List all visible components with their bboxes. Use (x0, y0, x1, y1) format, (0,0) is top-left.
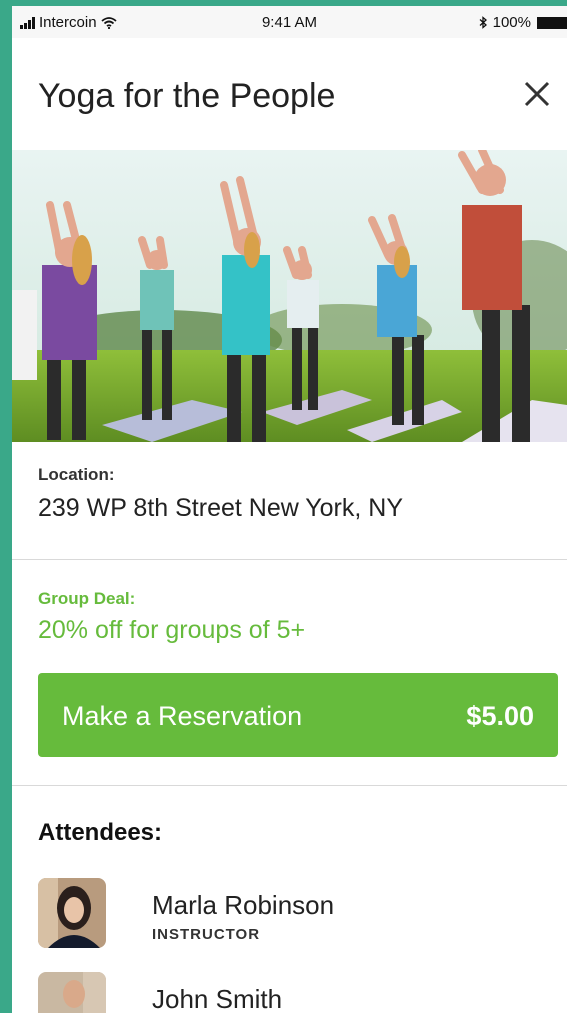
group-deal-label: Group Deal: (38, 589, 136, 608)
bluetooth-icon (479, 16, 487, 29)
attendee-item[interactable]: Marla Robinson INSTRUCTOR (38, 878, 538, 952)
status-bar: Intercoin 9:41 AM 100% (12, 6, 567, 38)
group-deal-value: 20% off for groups of 5+ (38, 616, 306, 644)
app-screen: Intercoin 9:41 AM 100% Yoga for the Peop… (12, 6, 567, 1013)
close-icon (524, 81, 550, 107)
battery-percent: 100% (492, 14, 531, 31)
page-title: Yoga for the People (38, 77, 336, 115)
make-reservation-button[interactable]: Make a Reservation $5.00 (38, 673, 558, 757)
avatar (38, 972, 106, 1013)
attendee-item[interactable]: John Smith (38, 972, 538, 1013)
attendee-role: INSTRUCTOR (152, 926, 261, 943)
attendee-name: Marla Robinson (152, 890, 335, 920)
close-button[interactable] (517, 74, 557, 114)
reservation-price: $5.00 (466, 701, 534, 731)
header: Yoga for the People (12, 38, 567, 150)
status-right: 100% (479, 14, 567, 31)
location-address: 239 WP 8th Street New York, NY (38, 494, 404, 522)
attendees-title: Attendees: (38, 819, 163, 846)
attendee-name: John Smith (152, 984, 283, 1013)
event-photo (12, 146, 567, 442)
location-label: Location: (38, 465, 115, 484)
reservation-label: Make a Reservation (62, 701, 303, 731)
avatar (38, 878, 106, 948)
divider (12, 785, 567, 786)
divider (12, 559, 567, 560)
battery-icon (537, 16, 567, 29)
